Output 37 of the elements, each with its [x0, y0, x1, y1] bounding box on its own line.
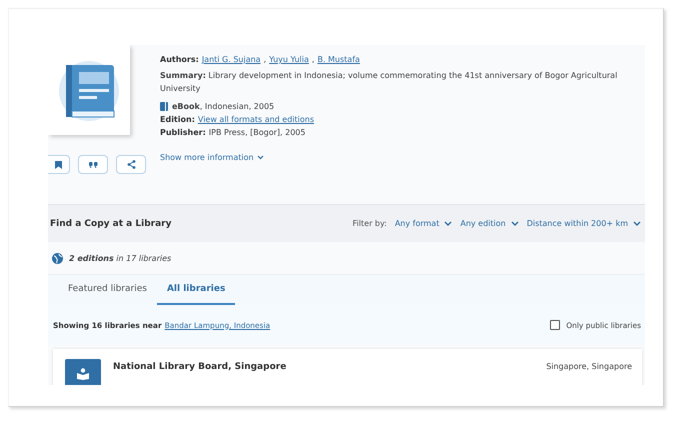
- filter-dropdown[interactable]: Any format: [394, 219, 452, 228]
- separator: ,: [312, 54, 314, 66]
- chevron-icon: [510, 221, 519, 226]
- summary-text: Summary: Library development in Indonesia; volume commemorating the 41st anniversary of Bogor Agricultural University: [160, 70, 618, 95]
- chevron-icon: [444, 221, 452, 226]
- quote-icon: [88, 162, 98, 168]
- filter-dropdown[interactable]: Distance within 200+ km: [526, 219, 641, 228]
- share-button[interactable]: [116, 155, 146, 174]
- field-label: Publisher:: [160, 127, 206, 139]
- author-link[interactable]: Janti G. Sujana: [202, 53, 261, 66]
- chevron-icon: [256, 155, 264, 160]
- bookmark-button[interactable]: [48, 155, 70, 174]
- bookmark-icon: [55, 160, 62, 168]
- cite-button[interactable]: [78, 155, 108, 174]
- share-icon: [126, 160, 136, 169]
- library-location: Singapore, Singapore: [546, 362, 632, 371]
- checkbox[interactable]: [550, 320, 560, 330]
- tab[interactable]: Featured libraries: [58, 275, 157, 305]
- editions-link[interactable]: View all formats and editions: [198, 113, 314, 126]
- library-card[interactable]: National Library Board, Singapore Singapore, Singapore: [53, 349, 642, 385]
- field-label: Edition:: [160, 114, 195, 126]
- library-name: National Library Board, Singapore: [113, 362, 288, 372]
- show-more-button[interactable]: Show more information: [160, 151, 264, 164]
- publisher-text: IPB Press, [Bogor], 2005: [208, 127, 306, 139]
- chevron-icon: [633, 221, 641, 226]
- editions-summary: 2 editions in 17 libraries: [69, 254, 172, 262]
- filter-dropdown[interactable]: Any edition: [460, 219, 519, 228]
- field-label: Authors:: [160, 54, 199, 66]
- author-link[interactable]: B. Mustafa: [317, 53, 360, 66]
- section-title: Find a Copy at a Library: [50, 218, 172, 228]
- library-logo: [65, 359, 101, 385]
- separator: ,: [264, 54, 266, 66]
- filter-label: Filter by:: [352, 219, 387, 228]
- globe-icon: [52, 252, 63, 264]
- format-text: eBook, Indonesian, 2005: [172, 101, 274, 113]
- book-icon: [160, 102, 168, 111]
- author-link[interactable]: Yuyu Yulia: [269, 53, 309, 66]
